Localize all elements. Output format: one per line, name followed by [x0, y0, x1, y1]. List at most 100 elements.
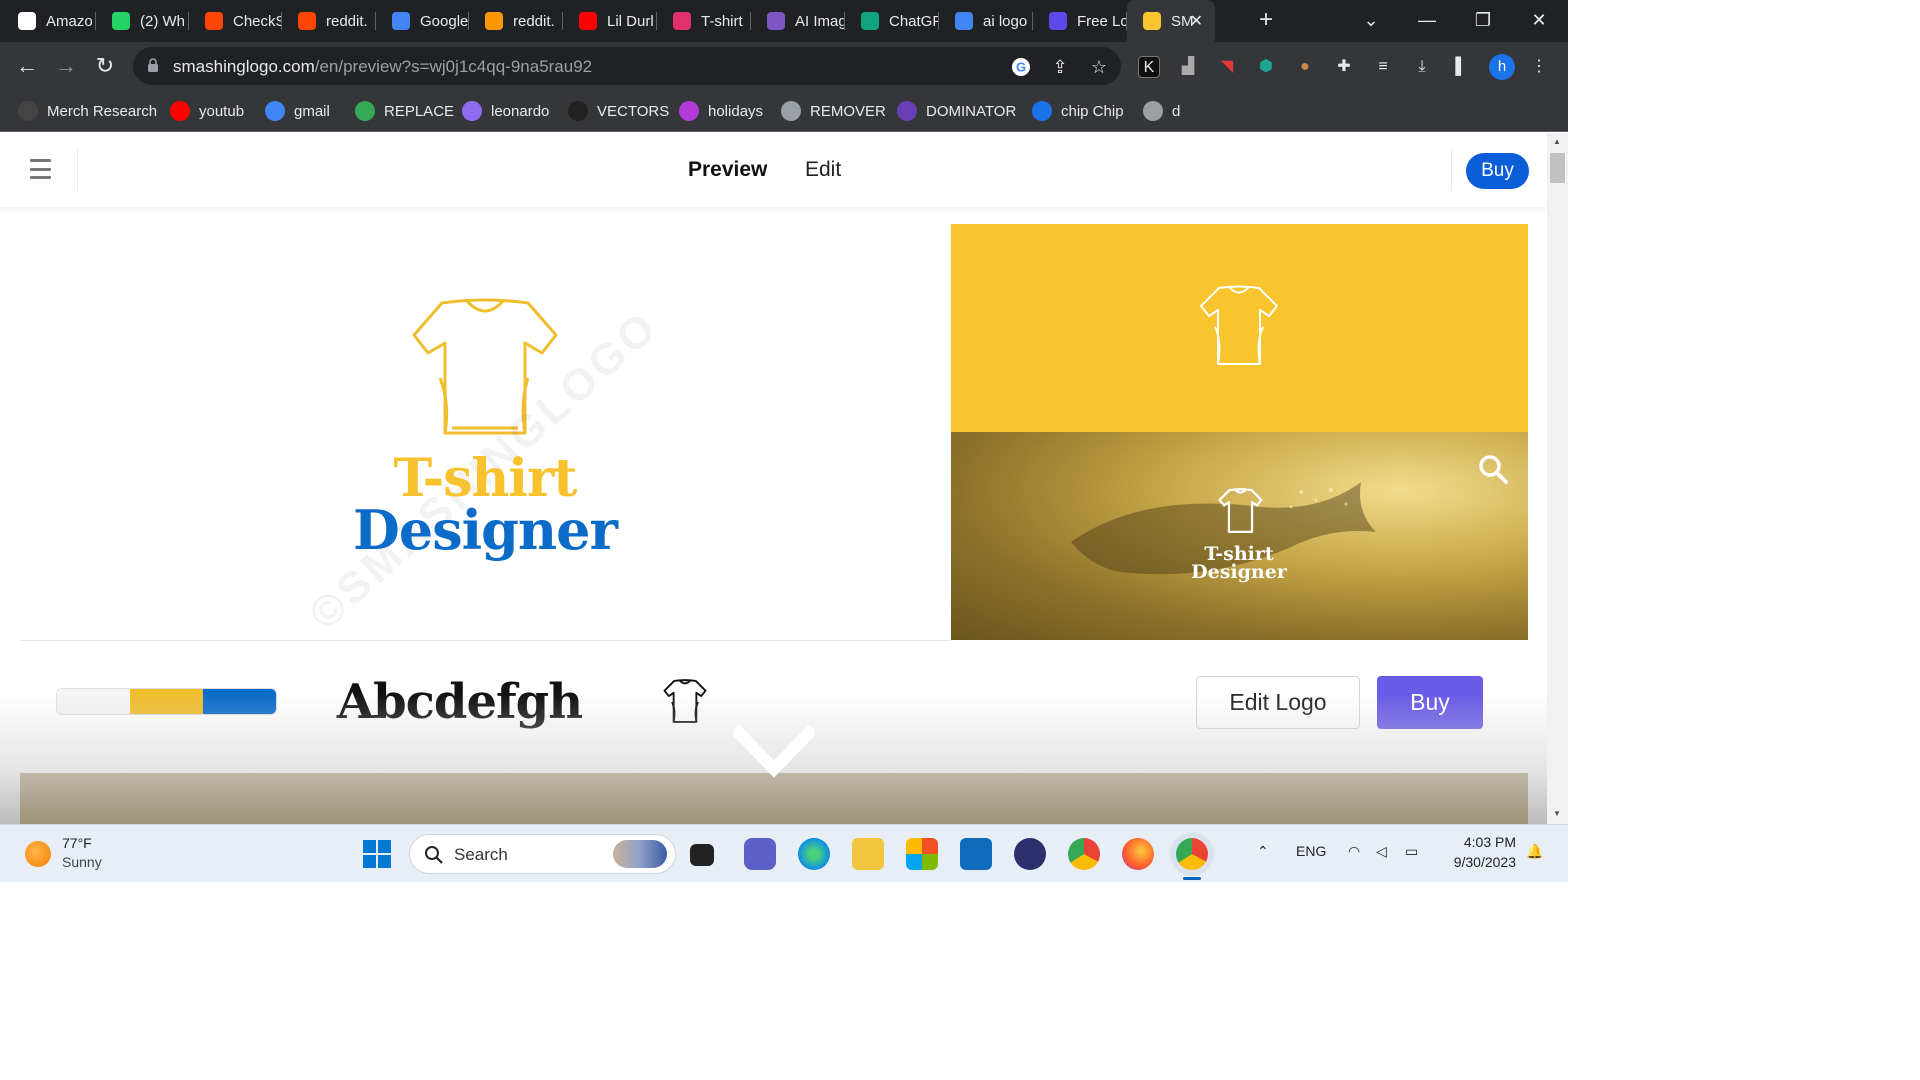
more-menu-icon[interactable]: ⋮ — [1528, 56, 1550, 78]
weather-sun-icon[interactable] — [25, 841, 51, 867]
browser-tab[interactable]: Free Lc — [1033, 0, 1127, 42]
bookmark-item[interactable]: VECTORS — [568, 100, 669, 122]
page-content: Preview Edit Buy ©SMASHINGLOGO T-shirt D… — [0, 133, 1547, 824]
bookmark-item[interactable]: Merch Research — [18, 100, 157, 122]
taskbar-search[interactable]: Search — [409, 834, 676, 874]
wifi-icon[interactable]: ◠ — [1348, 843, 1360, 860]
bookmark-item[interactable]: REPLACE — [355, 100, 454, 122]
close-window-icon[interactable]: ✕ — [1511, 0, 1567, 42]
reload-icon[interactable]: ↻ — [90, 51, 120, 81]
url-text: smashinglogo.com/en/preview?s=wj0j1c4qq-… — [173, 57, 593, 76]
mail-icon[interactable] — [960, 838, 992, 870]
weather-temp[interactable]: 77°F — [62, 835, 92, 851]
zoom-magnifier-icon[interactable] — [1477, 453, 1509, 485]
browser-tab[interactable]: reddit. — [469, 0, 563, 42]
extensions-puzzle-icon[interactable]: ✚ — [1333, 56, 1355, 78]
instagram-icon — [673, 12, 691, 30]
google-translate-icon — [392, 12, 410, 30]
extension-keepa-icon[interactable]: K — [1138, 56, 1160, 78]
browser-tab[interactable]: reddit. — [282, 0, 376, 42]
search-icon — [425, 846, 443, 864]
browser-tab[interactable]: T-shirt — [657, 0, 751, 42]
side-panel-icon[interactable]: ▌ — [1450, 56, 1472, 78]
bookmark-item[interactable]: DOMINATOR — [897, 100, 1016, 122]
browser-tab[interactable]: ChatGF — [845, 0, 939, 42]
cookie-icon[interactable]: ● — [1294, 56, 1316, 78]
browser-tab[interactable]: Amazo — [2, 0, 96, 42]
nav-edit[interactable]: Edit — [805, 158, 841, 182]
back-arrow-icon[interactable]: ← — [12, 51, 42, 81]
bookmark-item[interactable]: d — [1143, 100, 1180, 122]
tab-title: (2) Wh — [140, 12, 185, 30]
profile-avatar[interactable]: h — [1489, 54, 1515, 80]
microsoft-store-icon[interactable] — [906, 838, 938, 870]
replace-icon — [355, 101, 375, 121]
weather-condition[interactable]: Sunny — [62, 854, 102, 870]
extension-teal-icon[interactable]: ⬢ — [1255, 56, 1277, 78]
tray-chevron-up-icon[interactable]: ⌃ — [1257, 843, 1269, 860]
whatsapp-icon — [112, 12, 130, 30]
bookmark-item[interactable]: REMOVER — [781, 100, 886, 122]
browser-tab[interactable]: ai logo — [939, 0, 1033, 42]
volume-icon[interactable]: ◁ — [1376, 843, 1387, 860]
scroll-down-icon[interactable]: ▼ — [1552, 809, 1562, 818]
mockup-yellow[interactable] — [951, 224, 1528, 432]
scroll-up-icon[interactable]: ▲ — [1552, 137, 1562, 146]
browser-tab[interactable]: AI Imag — [751, 0, 845, 42]
teams-icon[interactable] — [744, 838, 776, 870]
battery-icon[interactable]: ▭ — [1405, 843, 1418, 860]
windows-start-icon[interactable] — [361, 838, 393, 870]
task-view-icon[interactable] — [690, 844, 714, 866]
browser-tab[interactable]: (2) Wh — [96, 0, 189, 42]
eclipse-icon[interactable] — [1014, 838, 1046, 870]
lock-icon — [148, 58, 158, 72]
close-tab-icon[interactable]: ✕ — [1190, 11, 1203, 31]
bookmark-label: VECTORS — [597, 102, 670, 120]
browser-tab[interactable]: SM ✕ — [1127, 0, 1215, 42]
mockup-photo[interactable] — [951, 432, 1528, 640]
clock-time[interactable]: 4:03 PM — [1448, 834, 1516, 850]
chrome-icon[interactable] — [1068, 838, 1100, 870]
bookmark-item[interactable]: gmail — [265, 100, 330, 122]
file-explorer-icon[interactable] — [852, 838, 884, 870]
scrollbar-thumb[interactable] — [1550, 153, 1565, 183]
chevron-down-icon[interactable] — [733, 723, 815, 783]
minimize-icon[interactable]: — — [1399, 0, 1455, 42]
firefox-icon[interactable] — [1122, 838, 1154, 870]
tab-search-icon[interactable]: ⌄ — [1343, 0, 1399, 42]
hamburger-menu-icon[interactable] — [30, 159, 51, 179]
vectors-icon — [568, 101, 588, 121]
bookmark-item[interactable]: youtub — [170, 100, 244, 122]
amazon-icon — [18, 12, 36, 30]
clock-date[interactable]: 9/30/2023 — [1440, 854, 1516, 870]
tab-title: Amazo — [46, 12, 93, 30]
chrome-profile-icon[interactable] — [1176, 838, 1208, 870]
notification-bell-icon[interactable]: 🔔 — [1526, 843, 1543, 860]
tab-title: AI Imag — [795, 12, 845, 30]
extension-chart-icon[interactable]: ▟ — [1177, 56, 1199, 78]
google-lens-icon[interactable]: G — [1010, 56, 1032, 78]
bookmark-item[interactable]: leonardo — [462, 100, 549, 122]
extension-red-icon[interactable]: ◥ — [1216, 56, 1238, 78]
share-icon[interactable]: ⇪ — [1049, 56, 1071, 78]
address-bar[interactable]: smashinglogo.com/en/preview?s=wj0j1c4qq-… — [133, 47, 1121, 85]
restore-icon[interactable]: ❐ — [1455, 0, 1511, 42]
nav-preview[interactable]: Preview — [688, 158, 767, 182]
dominator-icon — [897, 101, 917, 121]
new-tab-button[interactable]: + — [1252, 6, 1280, 34]
browser-tab[interactable]: CheckS — [189, 0, 282, 42]
bookmark-label: Merch Research — [47, 102, 158, 120]
page-scrollbar[interactable]: ▲ ▼ — [1547, 133, 1568, 824]
edge-icon[interactable] — [798, 838, 830, 870]
forward-arrow-icon[interactable]: → — [51, 51, 81, 81]
language-indicator[interactable]: ENG — [1296, 843, 1326, 859]
bookmark-star-icon[interactable]: ☆ — [1088, 56, 1110, 78]
browser-tab[interactable]: Google — [376, 0, 469, 42]
bookmark-item[interactable]: chip Chip — [1032, 100, 1124, 122]
download-icon[interactable]: ⤓ — [1411, 56, 1433, 78]
site-header: Preview Edit Buy — [0, 133, 1547, 207]
browser-tab[interactable]: Lil Durl — [563, 0, 657, 42]
bookmark-item[interactable]: holidays — [679, 100, 763, 122]
buy-button-header[interactable]: Buy — [1466, 153, 1529, 189]
media-control-icon[interactable]: ≡ — [1372, 56, 1394, 78]
